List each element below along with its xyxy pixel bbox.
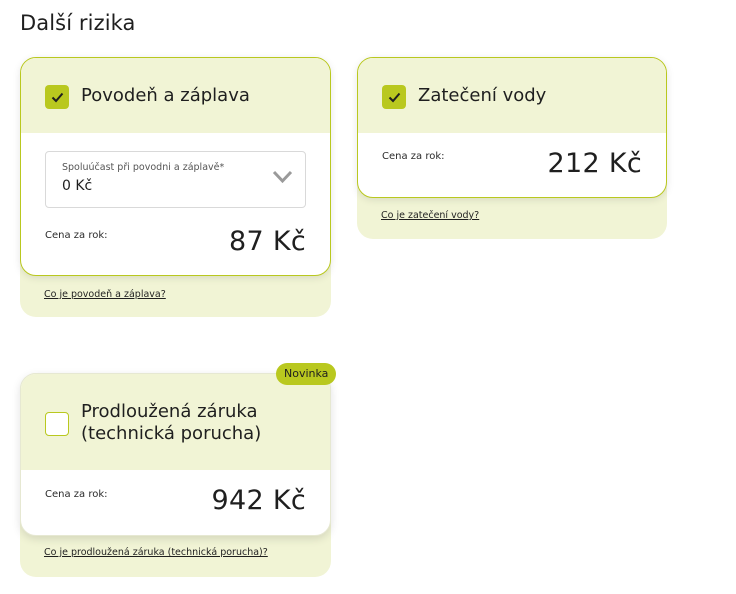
water-leak-card: Zatečení vody Cena za rok: 212 Kč — [357, 57, 667, 198]
warranty-card: Prodloužená záruka (technická porucha) C… — [20, 373, 331, 536]
flood-risk-card: Povodeň a záplava Spoluúčast při povodni… — [20, 57, 331, 276]
chevron-down-icon — [272, 170, 293, 184]
check-icon — [388, 92, 400, 102]
warranty-price-value: 942 Kč — [211, 485, 306, 516]
water-leak-container: Zatečení vody Cena za rok: 212 Kč Co je … — [357, 57, 667, 239]
water-leak-title: Zatečení vody — [418, 85, 547, 106]
warranty-header: Prodloužená záruka (technická porucha) — [21, 374, 330, 470]
water-price-label: Cena za rok: — [382, 151, 445, 162]
flood-deductible-value: 0 Kč — [62, 178, 93, 194]
section-title: Další rizika — [20, 11, 136, 35]
flood-deductible-select[interactable]: Spoluúčast při povodni a záplavě* 0 Kč — [45, 151, 306, 208]
water-info-link[interactable]: Co je zatečení vody? — [381, 210, 479, 221]
water-leak-checkbox[interactable] — [382, 85, 406, 109]
check-icon — [51, 92, 63, 102]
new-badge: Novinka — [276, 363, 337, 385]
flood-price-value: 87 Kč — [229, 226, 306, 257]
warranty-title: Prodloužená záruka (technická porucha) — [81, 401, 261, 445]
flood-risk-container: Povodeň a záplava Spoluúčast při povodni… — [20, 57, 331, 317]
warranty-title-line-1: Prodloužená záruka — [81, 401, 258, 422]
warranty-container: Prodloužená záruka (technická porucha) C… — [20, 373, 331, 577]
warranty-info-link[interactable]: Co je prodloužená záruka (technická poru… — [44, 547, 268, 558]
warranty-price-label: Cena za rok: — [45, 489, 108, 500]
flood-info-link[interactable]: Co je povodeň a záplava? — [44, 289, 166, 300]
flood-risk-checkbox[interactable] — [45, 85, 69, 109]
water-leak-header: Zatečení vody — [358, 58, 666, 133]
warranty-checkbox[interactable] — [45, 412, 69, 436]
flood-risk-title: Povodeň a záplava — [81, 85, 250, 106]
flood-price-label: Cena za rok: — [45, 230, 108, 241]
warranty-title-line-2: (technická porucha) — [81, 423, 262, 444]
flood-deductible-label: Spoluúčast při povodni a záplavě* — [62, 162, 225, 173]
water-price-value: 212 Kč — [547, 148, 642, 179]
flood-risk-header: Povodeň a záplava — [21, 58, 330, 133]
